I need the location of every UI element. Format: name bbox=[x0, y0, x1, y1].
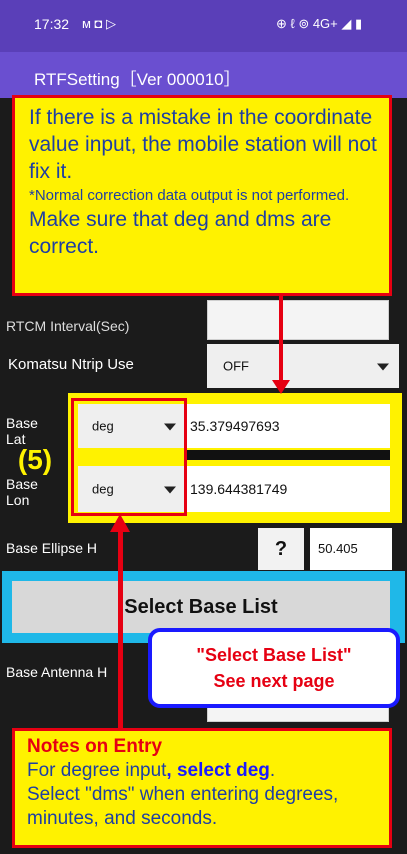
status-time: 17:32 bbox=[34, 16, 70, 32]
app-title-bar: RTFSetting［Ver 000010］ bbox=[0, 52, 407, 98]
base-antenna-label: Base Antenna H bbox=[6, 664, 108, 680]
step-marker: (5) bbox=[17, 444, 53, 475]
base-lat-value: 35.379497693 bbox=[190, 418, 280, 434]
connector-line bbox=[279, 296, 283, 382]
komatsu-ntrip-label: Komatsu Ntrip Use bbox=[8, 356, 134, 373]
notification-icons: ᴍ ◘ ▷ bbox=[82, 16, 117, 31]
rtcm-interval-label: RTCM Interval(Sec) bbox=[6, 318, 130, 334]
base-lon-value: 139.644381749 bbox=[190, 481, 288, 497]
divider bbox=[186, 450, 390, 460]
base-ellipse-label: Base Ellipse H bbox=[6, 540, 98, 556]
callout-check-text: Make sure that deg and dms are correct. bbox=[29, 208, 332, 258]
unit-dropdowns-highlight bbox=[71, 398, 187, 516]
connector-line bbox=[118, 530, 123, 730]
system-status-icons: ⊕ ℓ ⊚ 4G+ ◢ ▮ bbox=[276, 16, 363, 31]
ellipse-help-button[interactable]: ? bbox=[258, 528, 304, 570]
entry-notes-line1: For degree input, select deg. bbox=[27, 760, 276, 781]
callout-warning-text: If there is a mistake in the coordinate … bbox=[29, 106, 377, 183]
select-base-note-line2: See next page bbox=[213, 671, 335, 691]
komatsu-ntrip-value: OFF bbox=[223, 358, 249, 374]
entry-notes-callout: Notes on Entry For degree input, select … bbox=[12, 728, 392, 848]
status-bar: 17:32 ᴍ ◘ ▷ ⊕ ℓ ⊚ 4G+ ◢ ▮ bbox=[0, 0, 407, 52]
select-base-note-line1: "Select Base List" bbox=[196, 645, 352, 665]
base-lon-label: Base Lon bbox=[6, 476, 38, 508]
base-ellipse-value: 50.405 bbox=[318, 541, 358, 556]
base-lat-label: Base Lat bbox=[6, 415, 38, 447]
arrow-up-icon bbox=[110, 514, 130, 532]
callout-note-text: *Normal correction data output is not pe… bbox=[29, 187, 350, 204]
entry-notes-title: Notes on Entry bbox=[27, 736, 163, 757]
coordinate-warning-callout: If there is a mistake in the coordinate … bbox=[12, 95, 392, 296]
base-ellipse-input[interactable]: 50.405 bbox=[310, 528, 392, 570]
arrow-down-icon bbox=[272, 380, 290, 394]
chevron-down-icon bbox=[377, 363, 389, 371]
rtcm-interval-field[interactable] bbox=[207, 300, 389, 340]
select-base-list-button[interactable]: Select Base List bbox=[12, 581, 390, 633]
entry-notes-line2: Select "dms" when entering degrees, minu… bbox=[27, 784, 339, 829]
base-lon-input[interactable]: 139.644381749 bbox=[186, 466, 390, 512]
komatsu-ntrip-dropdown[interactable]: OFF bbox=[207, 344, 399, 388]
app-title: RTFSetting［Ver 000010］ bbox=[34, 70, 241, 89]
select-base-note: "Select Base List" See next page bbox=[148, 628, 400, 708]
base-lat-input[interactable]: 35.379497693 bbox=[186, 404, 390, 448]
